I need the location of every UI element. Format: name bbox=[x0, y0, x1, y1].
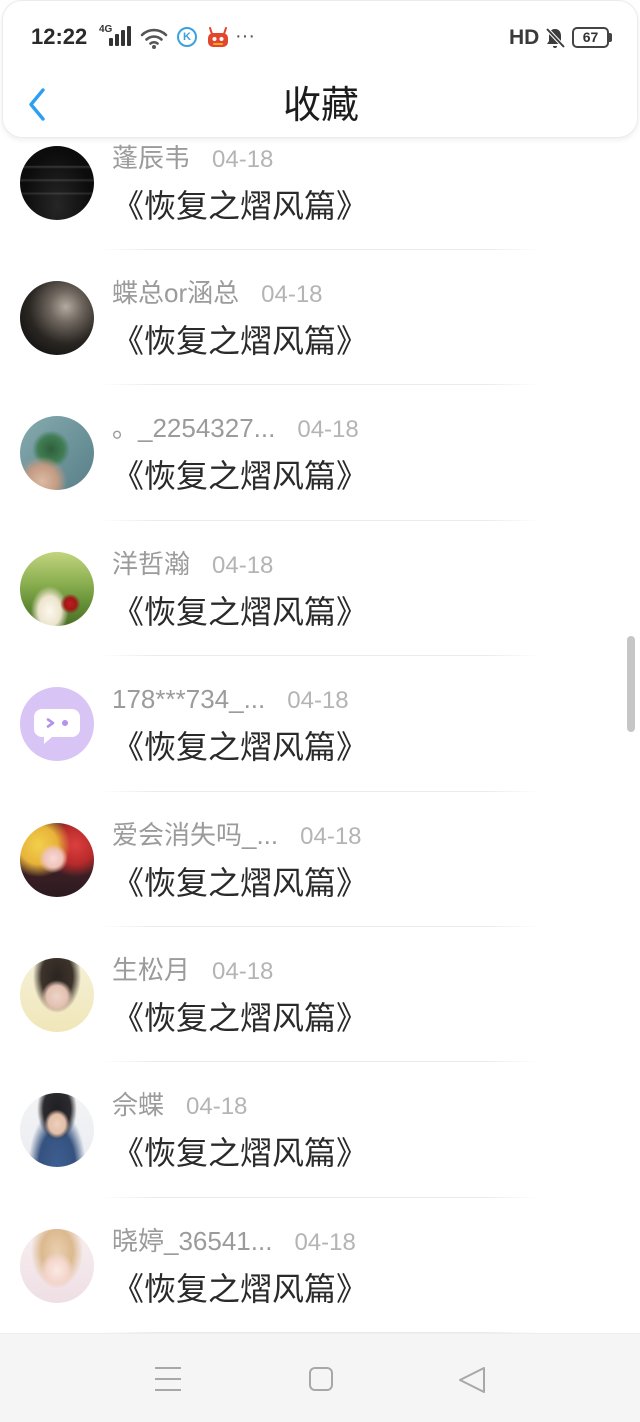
home-button[interactable] bbox=[296, 1358, 346, 1400]
k-app-icon: K bbox=[177, 27, 197, 47]
favorite-title[interactable]: 《恢复之熠风篇》 bbox=[112, 863, 368, 903]
favorite-title[interactable]: 《恢复之熠风篇》 bbox=[112, 1133, 368, 1173]
user-avatar[interactable] bbox=[20, 1093, 94, 1168]
user-name[interactable]: 。_2254327... bbox=[112, 413, 275, 443]
favorite-title[interactable]: 《恢复之熠风篇》 bbox=[112, 456, 368, 496]
user-name[interactable]: 178***734_... bbox=[112, 684, 265, 714]
favorite-item[interactable]: 爱会消失吗_... 04-18 《恢复之熠风篇》 bbox=[0, 792, 640, 927]
more-notifications-indicator: ··· bbox=[235, 25, 255, 47]
favorite-date: 04-18 bbox=[212, 145, 274, 173]
item-meta: 。_2254327... 04-18 bbox=[112, 411, 359, 445]
favorite-item[interactable]: 佘蝶 04-18 《恢复之熠风篇》 bbox=[0, 1062, 640, 1198]
item-meta: 晓婷_36541... 04-18 bbox=[112, 1224, 356, 1258]
user-avatar[interactable] bbox=[20, 1228, 94, 1303]
favorite-date: 04-18 bbox=[212, 957, 274, 985]
favorite-date: 04-18 bbox=[186, 1093, 248, 1121]
back-nav-button[interactable] bbox=[446, 1358, 496, 1400]
bell-off-icon bbox=[545, 27, 566, 49]
item-meta: 蝶总or涵总 04-18 bbox=[112, 276, 323, 310]
user-name[interactable]: 爱会消失吗_... bbox=[112, 820, 278, 850]
favorite-item[interactable]: 。_2254327... 04-18 《恢复之熠风篇》 bbox=[0, 385, 640, 521]
back-button[interactable] bbox=[19, 81, 61, 129]
user-avatar[interactable] bbox=[20, 280, 94, 355]
user-name[interactable]: 洋哲瀚 bbox=[112, 549, 190, 579]
robot-app-icon bbox=[208, 27, 228, 47]
favorite-title[interactable]: 《恢复之熠风篇》 bbox=[112, 321, 368, 361]
scrollbar-thumb[interactable] bbox=[627, 636, 635, 732]
favorite-item[interactable]: 178***734_... 04-18 《恢复之熠风篇》 bbox=[0, 656, 640, 792]
user-name[interactable]: 佘蝶 bbox=[112, 1090, 164, 1120]
item-meta: 爱会消失吗_... 04-18 bbox=[112, 818, 362, 852]
favorite-date: 04-18 bbox=[261, 280, 323, 308]
battery-level: 67 bbox=[582, 29, 599, 45]
user-avatar[interactable] bbox=[20, 145, 94, 220]
favorite-date: 04-18 bbox=[287, 687, 349, 715]
favorite-date: 04-18 bbox=[297, 416, 359, 444]
favorite-date: 04-18 bbox=[300, 822, 362, 850]
header: 12:22 4G K ··· HD 67 收藏 bbox=[2, 0, 638, 138]
user-avatar[interactable] bbox=[20, 687, 94, 762]
hd-indicator: HD bbox=[509, 26, 540, 49]
item-meta: 洋哲瀚 04-18 bbox=[112, 547, 273, 581]
title-bar: 收藏 bbox=[3, 78, 639, 134]
favorites-list: 蓬辰韦 04-18 《恢复之熠风篇》 蝶总or涵总 04-18 《恢复之熠风篇》 。… bbox=[0, 115, 640, 1334]
battery-icon: 67 bbox=[572, 27, 609, 48]
item-meta: 佘蝶 04-18 bbox=[112, 1088, 247, 1122]
favorite-title[interactable]: 《恢复之熠风篇》 bbox=[112, 186, 368, 226]
favorite-title[interactable]: 《恢复之熠风篇》 bbox=[112, 1269, 368, 1309]
favorite-date: 04-18 bbox=[294, 1228, 356, 1256]
user-name[interactable]: 蓬辰韦 bbox=[112, 143, 190, 173]
user-avatar[interactable] bbox=[20, 416, 94, 491]
favorite-title[interactable]: 《恢复之熠风篇》 bbox=[112, 998, 368, 1038]
home-square-icon bbox=[309, 1367, 333, 1391]
menu-button[interactable] bbox=[143, 1358, 193, 1400]
favorite-item[interactable]: 生松月 04-18 《恢复之熠风篇》 bbox=[0, 927, 640, 1063]
item-meta: 178***734_... 04-18 bbox=[112, 682, 349, 716]
k-app-letter: K bbox=[183, 31, 191, 43]
favorite-item[interactable]: 晓婷_36541... 04-18 《恢复之熠风篇》 bbox=[0, 1198, 640, 1334]
page-title: 收藏 bbox=[282, 85, 359, 127]
user-name[interactable]: 生松月 bbox=[112, 955, 190, 985]
chevron-left-icon bbox=[29, 88, 45, 121]
user-avatar[interactable] bbox=[20, 822, 94, 897]
user-name[interactable]: 蝶总or涵总 bbox=[112, 278, 239, 308]
user-avatar[interactable] bbox=[20, 957, 94, 1032]
battery-nub bbox=[609, 33, 612, 42]
user-avatar[interactable] bbox=[20, 551, 94, 626]
system-nav-bar bbox=[0, 1333, 640, 1422]
item-meta: 生松月 04-18 bbox=[112, 953, 273, 987]
favorite-title[interactable]: 《恢复之熠风篇》 bbox=[112, 727, 368, 767]
chat-bubble-face-icon bbox=[34, 709, 80, 745]
signal-icon bbox=[109, 26, 131, 46]
favorite-date: 04-18 bbox=[212, 551, 274, 579]
favorite-title[interactable]: 《恢复之熠风篇》 bbox=[112, 592, 368, 632]
favorite-item[interactable]: 蝶总or涵总 04-18 《恢复之熠风篇》 bbox=[0, 250, 640, 386]
wifi-icon bbox=[140, 28, 168, 49]
item-meta: 蓬辰韦 04-18 bbox=[112, 141, 273, 175]
user-name[interactable]: 晓婷_36541... bbox=[112, 1226, 272, 1256]
back-triangle-icon bbox=[459, 1367, 485, 1393]
favorite-item[interactable]: 洋哲瀚 04-18 《恢复之熠风篇》 bbox=[0, 521, 640, 657]
menu-icon bbox=[155, 1367, 181, 1391]
status-time: 12:22 bbox=[31, 24, 88, 49]
